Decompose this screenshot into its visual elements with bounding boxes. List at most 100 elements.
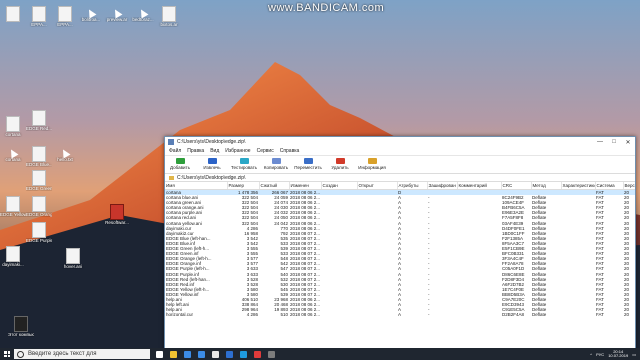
desktop-icon[interactable]: cortana	[0, 116, 26, 137]
pdf-file-icon	[110, 204, 124, 220]
toolbar-button[interactable]: Извлечь	[201, 156, 223, 170]
desktop-icon[interactable]: Этот компьютер	[8, 316, 34, 337]
menu-tools[interactable]: Сервис	[257, 148, 274, 154]
language-indicator[interactable]: РУС	[596, 352, 604, 357]
desktop-icon[interactable]: bedtoraz...	[130, 6, 156, 22]
column-header[interactable]: Открыт	[357, 182, 398, 190]
toolbar-button[interactable]: Тестировать	[231, 156, 257, 170]
menu-help[interactable]: Справка	[280, 148, 300, 154]
path-bar[interactable]: C:\Users\yis\Desktop\edge.zip\	[165, 174, 635, 182]
notifications-icon[interactable]: ▭	[632, 352, 636, 357]
table-cell	[357, 312, 397, 317]
column-header[interactable]: Характеристики	[561, 182, 596, 190]
desktop-icon[interactable]: bolitroa...	[78, 6, 104, 22]
desktop-icon[interactable]: hello.txt	[52, 146, 78, 162]
desktop-icon[interactable]: EDGE Orange...	[26, 196, 52, 217]
close-button[interactable]: ✕	[621, 139, 635, 146]
desktop-icon-label: bedtoraz...	[132, 17, 154, 22]
desktop-icon[interactable]	[0, 6, 26, 22]
column-header[interactable]: Атрибуты	[397, 182, 428, 190]
chevron-up-icon[interactable]: ^	[590, 352, 592, 357]
toolbar-label: Информация	[358, 165, 386, 170]
pinned-app-icon[interactable]	[226, 350, 233, 358]
menu-edit[interactable]: Правка	[187, 148, 204, 154]
pinned-app-icon[interactable]	[184, 350, 191, 358]
maximize-button[interactable]: □	[607, 139, 621, 145]
pinned-app-icon[interactable]	[212, 350, 219, 358]
pinned-app-icon[interactable]	[170, 350, 177, 358]
desktop-icon[interactable]: cortana	[0, 146, 26, 162]
desktop-icon[interactable]: ЕРРА...	[26, 6, 52, 27]
desktop-icon-label: bixtos.ar	[160, 22, 178, 27]
column-header[interactable]: Изменен	[289, 182, 322, 190]
table-cell	[457, 312, 501, 317]
menu-favorites[interactable]: Избранное	[225, 148, 250, 154]
taskbar-search[interactable]: Введите здесь текст для	[14, 349, 150, 359]
start-button[interactable]	[0, 348, 14, 360]
column-header[interactable]: Метод	[531, 182, 562, 190]
toolbar-button[interactable]: Удалить	[329, 156, 351, 170]
column-header[interactable]: Комментарий	[457, 182, 502, 190]
table-cell: 4 286	[246, 312, 258, 318]
pinned-app-icon[interactable]	[198, 350, 205, 358]
column-header[interactable]: Сжатый	[259, 182, 290, 190]
desktop-icon[interactable]: EDGE Purple...	[26, 222, 52, 243]
toolbar-button[interactable]: Переместить	[294, 156, 322, 170]
archive-window[interactable]: C:\Users\yis\Desktop\edge.zip\ — □ ✕ Фай…	[164, 136, 636, 350]
toolbar: Добавить Извлечь Тестировать Копировать Пере…	[165, 156, 635, 174]
toolbar-label: Переместить	[294, 165, 322, 170]
minimize-button[interactable]: —	[593, 139, 607, 145]
desktop-icon-label: cortana	[5, 157, 21, 162]
table-cell: 2018 08 06 2...	[290, 312, 321, 318]
file-icon	[32, 196, 46, 212]
desktop-icon[interactable]: dayimaki...	[0, 246, 26, 267]
table-cell	[321, 312, 357, 317]
desktop-icon-label: bolitroa...	[81, 17, 101, 22]
column-header[interactable]: Версия	[623, 182, 635, 190]
desktop-icon-label: EDGE Red...	[26, 126, 52, 131]
desktop-icon[interactable]: bixtos.ar	[156, 6, 182, 27]
toolbar-button[interactable]: Добавить	[169, 156, 191, 170]
toolbar-icon	[271, 158, 281, 164]
desktop-icon[interactable]: preview.ar	[104, 6, 130, 22]
desktop-icon-label: Этот компьютер	[8, 332, 34, 337]
window-titlebar[interactable]: C:\Users\yis\Desktop\edge.zip\ — □ ✕	[165, 137, 635, 147]
pinned-app-icon[interactable]	[254, 350, 261, 358]
menu-bar: Файл Правка Вид Избранное Сервис Справка	[165, 147, 635, 156]
column-header[interactable]: CRC	[501, 182, 532, 190]
toolbar-button[interactable]: Копировать	[264, 156, 288, 170]
column-header[interactable]: Размер	[227, 182, 260, 190]
pinned-app-icon[interactable]	[156, 350, 163, 358]
column-header[interactable]: Создан	[321, 182, 358, 190]
table-cell: horizontal.cur	[166, 312, 194, 318]
desktop-icon[interactable]: EDGE Red...	[26, 110, 52, 131]
desktop-icon[interactable]: Resoftwar...	[104, 204, 130, 225]
desktop-icon-label: EDGE Purple...	[26, 238, 52, 243]
toolbar-icon	[303, 158, 313, 164]
pinned-app-icon[interactable]	[240, 350, 247, 358]
table-row[interactable]: horizontal.cur 4 286 510 2018 08 06 2... A - D…	[165, 312, 635, 317]
desktop-icon[interactable]: EDGE Green...	[26, 170, 52, 191]
column-header[interactable]: Имя	[165, 182, 228, 190]
file-icon	[162, 6, 176, 22]
desktop-icon-label: EDGE Green...	[26, 186, 52, 191]
desktop-icon[interactable]: EDGE Blue...	[26, 146, 52, 167]
computer-icon	[14, 316, 28, 332]
column-header[interactable]: Зашифрован	[427, 182, 458, 190]
desktop-icon[interactable]: hover.ani	[60, 248, 86, 269]
desktop-icon[interactable]: EDGE Yellow...	[0, 196, 26, 217]
column-header[interactable]: Система	[595, 182, 624, 190]
toolbar-button[interactable]: Информация	[358, 156, 386, 170]
file-icon	[6, 6, 20, 22]
folder-icon	[169, 175, 174, 180]
file-icon	[32, 146, 46, 162]
menu-view[interactable]: Вид	[210, 148, 219, 154]
clock[interactable]: 20:14 10.07.2019	[608, 349, 628, 359]
menu-file[interactable]: Файл	[169, 148, 181, 154]
table-cell: 2018 08 07 2...	[290, 276, 321, 282]
bandicam-watermark: www.BANDICAM.com	[268, 2, 385, 14]
search-placeholder: Введите здесь текст для	[28, 351, 97, 357]
pinned-app-icon[interactable]	[268, 350, 275, 358]
table-cell: 20	[624, 312, 630, 318]
desktop-icon[interactable]: ЕРРА...	[52, 6, 78, 27]
